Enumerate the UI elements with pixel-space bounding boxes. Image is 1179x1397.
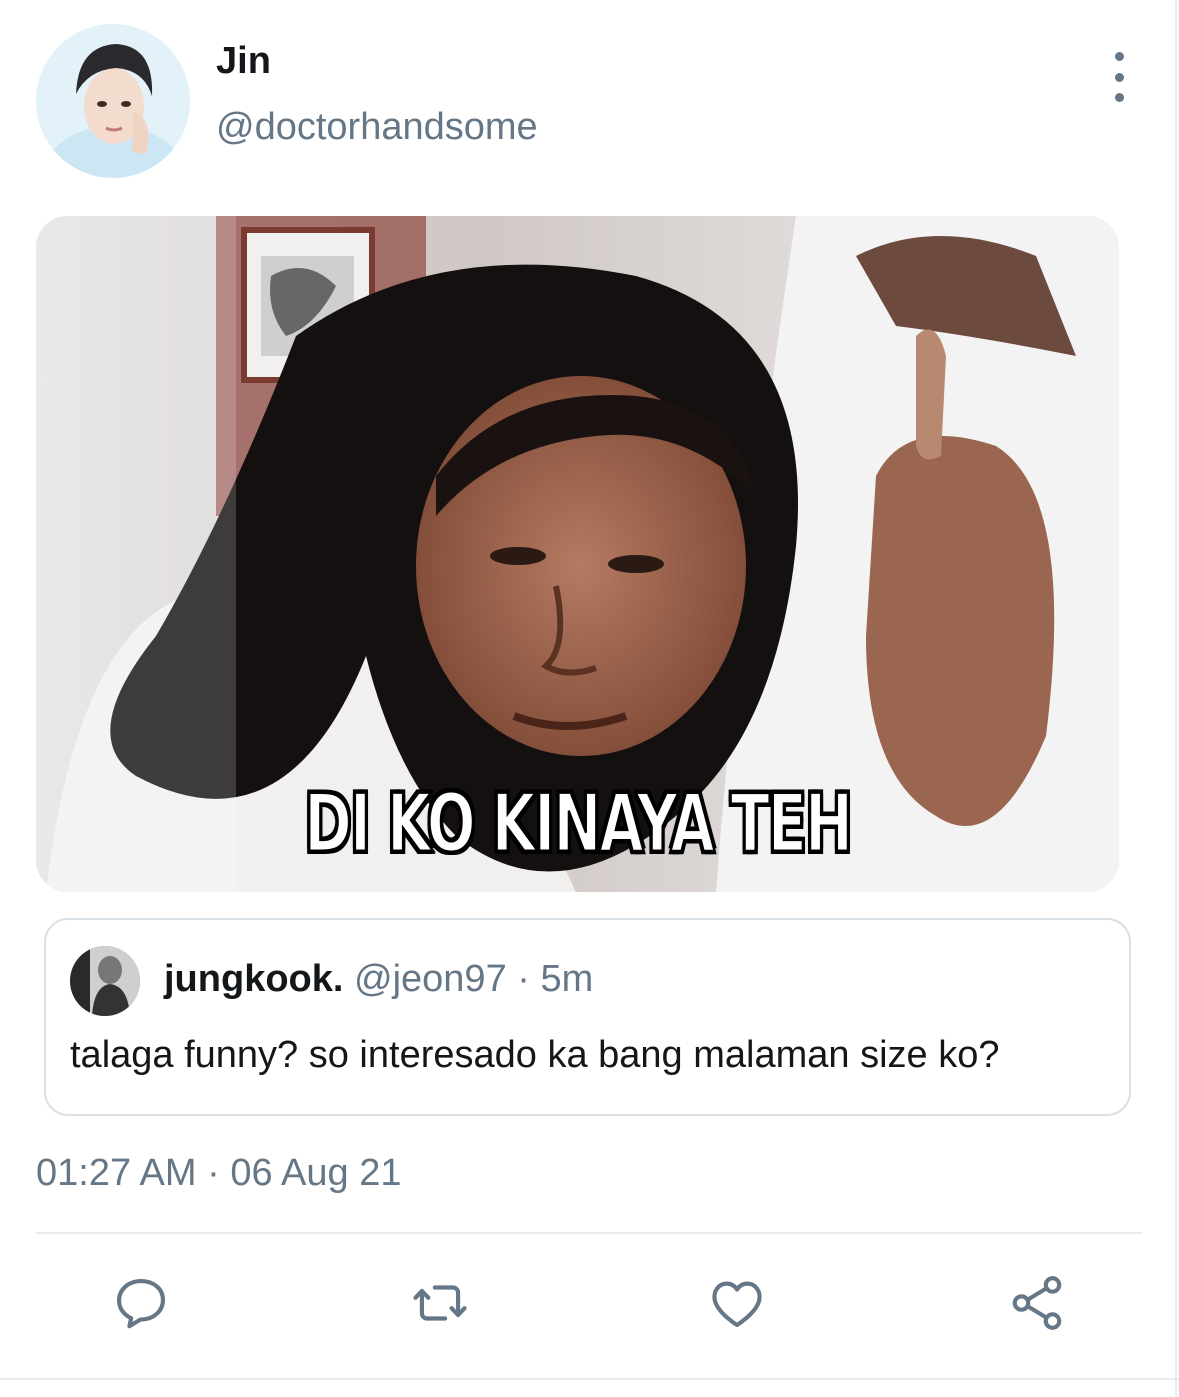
reply-button[interactable] [106,1268,176,1338]
quoted-tweet-time: 5m [540,958,594,1000]
more-dot [1114,72,1124,82]
more-dot [1114,52,1124,61]
tweet-header: Jin @doctorhandsome [36,24,1139,184]
more-options-icon[interactable] [1099,52,1139,102]
more-dot [1114,93,1124,102]
quoted-author-name[interactable]: jungkook. [164,958,343,1000]
author-display-name[interactable]: Jin [216,40,271,83]
retweet-button[interactable] [405,1268,475,1338]
author-avatar[interactable] [36,24,190,178]
share-button[interactable] [1002,1268,1072,1338]
quoted-author-avatar[interactable] [70,946,140,1016]
quoted-tweet-meta: jungkook. @jeon97 · 5m [164,958,593,1001]
reply-icon [116,1278,166,1329]
tweet-timestamp: 01:27 AM · 06 Aug 21 [36,1152,402,1194]
actions-divider [36,1232,1142,1234]
quoted-author-handle[interactable]: @jeon97 [354,958,507,1000]
quoted-avatar-image [70,946,140,1016]
meme-caption: DI KO KINAYA TEH [303,776,854,872]
tweet-actions-bar [36,1268,1142,1338]
retweet-icon [413,1285,467,1321]
tweet-media-image[interactable]: DI KO KINAYA TEH [36,216,1119,892]
bottom-divider [0,1378,1179,1380]
like-button[interactable] [702,1268,772,1338]
like-icon [712,1281,762,1328]
share-icon [1012,1276,1062,1330]
page-right-border [1175,0,1177,1397]
author-handle[interactable]: @doctorhandsome [216,106,538,149]
meta-separator: · [517,958,530,1000]
quoted-tweet-text: talaga funny? so interesado ka bang mala… [70,1034,1000,1076]
quoted-tweet-card[interactable]: jungkook. @jeon97 · 5m talaga funny? so … [44,918,1131,1116]
author-avatar-image [36,24,190,178]
